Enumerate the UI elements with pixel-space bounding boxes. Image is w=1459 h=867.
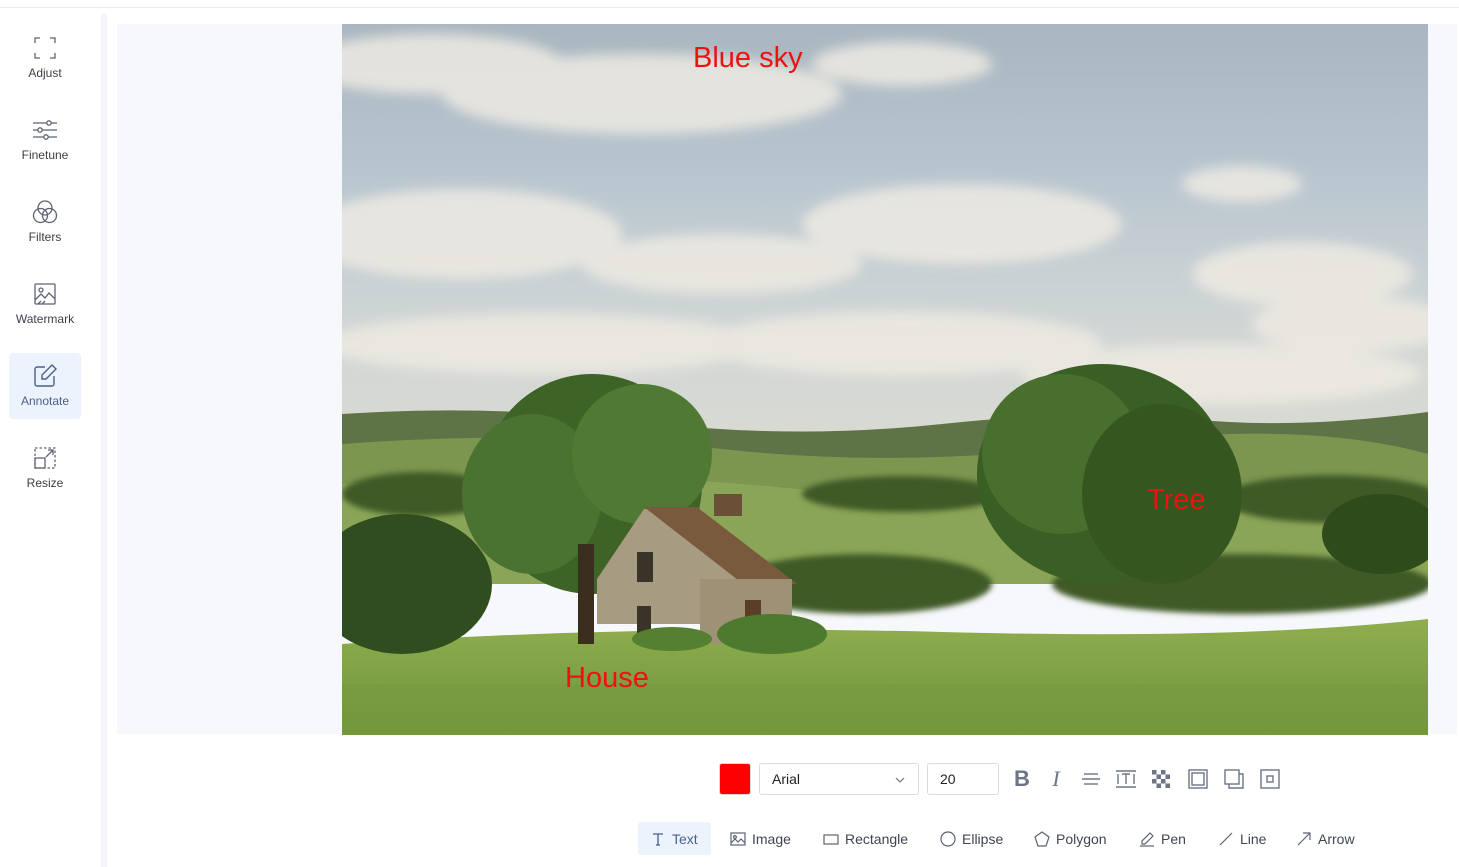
tool-text[interactable]: Text: [638, 822, 711, 855]
sidebar-item-finetune[interactable]: Finetune: [9, 107, 81, 173]
line-height-icon: [1116, 770, 1136, 788]
tool-line[interactable]: Line: [1206, 822, 1276, 855]
image-mark-icon: [32, 281, 58, 307]
overlapping-circles-icon: [32, 199, 58, 225]
line-height-button[interactable]: [1113, 766, 1139, 792]
tool-label: Line: [1240, 830, 1267, 847]
tool-rectangle[interactable]: Rectangle: [811, 822, 918, 855]
pen-icon: [1139, 831, 1155, 847]
sidebar: Adjust Finetune Filters Watermark Annota…: [0, 8, 101, 867]
align-button[interactable]: [1078, 766, 1104, 792]
sidebar-item-resize[interactable]: Resize: [9, 435, 81, 501]
sidebar-item-label: Filters: [28, 230, 62, 244]
padding-icon: [1260, 769, 1280, 789]
line-icon: [1218, 831, 1234, 847]
checkerboard-icon: [1152, 770, 1170, 788]
shadow-icon: [1224, 769, 1244, 789]
resize-icon: [32, 445, 58, 471]
align-center-icon: [1082, 773, 1100, 785]
landscape-photo[interactable]: [342, 24, 1428, 735]
sidebar-item-label: Watermark: [15, 312, 75, 326]
border-button[interactable]: [1185, 766, 1211, 792]
transparency-button[interactable]: [1148, 766, 1174, 792]
sidebar-item-label: Resize: [26, 476, 64, 490]
annotation-tree[interactable]: Tree: [1147, 484, 1206, 517]
tool-ellipse[interactable]: Ellipse: [928, 822, 1013, 855]
crop-frame-icon: [32, 35, 58, 61]
annotation-house[interactable]: House: [565, 662, 649, 695]
italic-button[interactable]: I: [1043, 766, 1069, 792]
sidebar-item-adjust[interactable]: Adjust: [9, 25, 81, 91]
pencil-square-icon: [32, 363, 58, 389]
sidebar-item-label: Annotate: [20, 394, 70, 408]
tool-pen[interactable]: Pen: [1127, 822, 1196, 855]
arrow-icon: [1296, 831, 1312, 847]
tool-label: Polygon: [1056, 830, 1107, 847]
tool-label: Image: [752, 830, 791, 847]
bold-button[interactable]: B: [1009, 766, 1035, 792]
tool-polygon[interactable]: Polygon: [1022, 822, 1117, 855]
tool-label: Pen: [1161, 830, 1186, 847]
sidebar-item-label: Adjust: [28, 66, 62, 80]
tool-label: Arrow: [1318, 830, 1355, 847]
sliders-icon: [32, 117, 58, 143]
sidebar-item-watermark[interactable]: Watermark: [9, 271, 81, 337]
sidebar-item-filters[interactable]: Filters: [9, 189, 81, 255]
polygon-icon: [1034, 830, 1050, 847]
rectangle-icon: [823, 831, 839, 847]
font-size-input[interactable]: [927, 763, 999, 795]
sidebar-divider: [101, 14, 107, 867]
chevron-down-icon: [894, 773, 906, 789]
image-icon: [730, 831, 746, 847]
padding-button[interactable]: [1257, 766, 1283, 792]
tool-image[interactable]: Image: [718, 822, 801, 855]
font-family-select[interactable]: Arial: [759, 763, 919, 795]
text-color-swatch[interactable]: [719, 763, 751, 795]
border-icon: [1188, 769, 1208, 789]
top-border: [0, 7, 1459, 8]
tool-arrow[interactable]: Arrow: [1284, 822, 1365, 855]
font-family-value: Arial: [772, 771, 801, 787]
bold-icon: B: [1014, 766, 1030, 791]
ellipse-icon: [940, 830, 956, 847]
annotation-blue-sky[interactable]: Blue sky: [693, 42, 803, 75]
tool-label: Ellipse: [962, 830, 1004, 847]
italic-icon: I: [1052, 766, 1060, 791]
tool-label: Rectangle: [845, 830, 909, 847]
sidebar-item-label: Finetune: [21, 148, 69, 162]
sidebar-item-annotate[interactable]: Annotate: [9, 353, 81, 419]
tool-label: Text: [672, 830, 698, 847]
shadow-button[interactable]: [1221, 766, 1247, 792]
text-icon: [650, 831, 666, 847]
